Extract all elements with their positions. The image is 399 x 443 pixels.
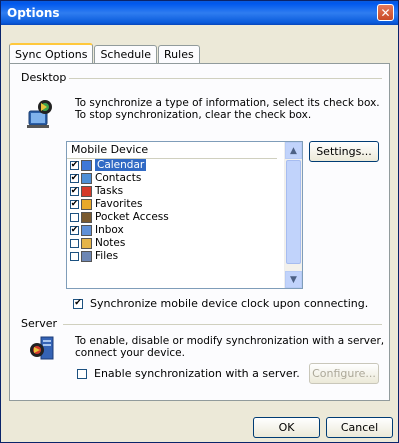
contacts-icon bbox=[81, 172, 92, 184]
list-item[interactable]: ✔ Inbox bbox=[67, 224, 285, 236]
scroll-down-button[interactable]: ▼ bbox=[285, 271, 302, 288]
inbox-icon bbox=[81, 224, 92, 236]
list-item-label: Notes bbox=[95, 237, 126, 249]
close-icon: ✕ bbox=[380, 5, 391, 20]
server-sync-icon bbox=[30, 336, 54, 360]
calendar-icon bbox=[81, 159, 92, 171]
list-item[interactable]: Notes bbox=[67, 237, 285, 249]
tab-sync-options[interactable]: Sync Options bbox=[9, 43, 94, 65]
tasks-icon bbox=[81, 185, 92, 197]
server-group-label: Server bbox=[21, 317, 58, 330]
enable-server-label: Enable synchronization with a server. bbox=[94, 367, 300, 380]
favorites-icon bbox=[81, 198, 92, 210]
options-dialog: Options ✕ Sync Options Schedule Rules De… bbox=[0, 0, 399, 443]
item-checkbox[interactable]: ✔ bbox=[70, 199, 79, 209]
title-bar[interactable]: Options bbox=[1, 1, 398, 25]
enable-server-checkbox-row[interactable]: Enable synchronization with a server. bbox=[77, 367, 300, 380]
list-item-label: Calendar bbox=[95, 159, 147, 171]
list-header-mobile-device[interactable]: Mobile Device bbox=[67, 142, 277, 159]
scroll-thumb[interactable] bbox=[286, 160, 301, 264]
server-info-line1: To enable, disable or modify synchroniza… bbox=[75, 335, 385, 347]
list-item-label: Tasks bbox=[95, 185, 124, 197]
settings-button[interactable]: Settings... bbox=[309, 141, 379, 162]
pocket-access-icon bbox=[81, 211, 92, 223]
list-item-label: Files bbox=[95, 250, 119, 262]
enable-server-checkbox[interactable] bbox=[77, 368, 87, 379]
desktop-info-line2: To stop synchronization, clear the check… bbox=[75, 109, 312, 121]
scroll-up-button[interactable]: ▲ bbox=[285, 142, 302, 159]
ok-button[interactable]: OK bbox=[253, 417, 320, 438]
list-item[interactable]: Pocket Access bbox=[67, 211, 285, 223]
clock-sync-label: Synchronize mobile device clock upon con… bbox=[90, 297, 369, 310]
list-item[interactable]: ✔ Tasks bbox=[67, 185, 285, 197]
clock-sync-checkbox[interactable]: ✔ bbox=[73, 298, 83, 309]
item-checkbox[interactable]: ✔ bbox=[70, 173, 79, 183]
list-item[interactable]: ✔ Contacts bbox=[67, 172, 285, 184]
configure-button[interactable]: Configure... bbox=[309, 363, 379, 384]
item-checkbox[interactable]: ✔ bbox=[70, 225, 79, 235]
chevron-down-icon: ▼ bbox=[290, 274, 297, 285]
server-group-divider bbox=[63, 324, 382, 325]
files-icon bbox=[81, 250, 92, 262]
chevron-up-icon: ▲ bbox=[290, 145, 297, 156]
item-checkbox[interactable] bbox=[70, 212, 79, 222]
cancel-button[interactable]: Cancel bbox=[326, 417, 393, 438]
server-info-line2: connect your device. bbox=[75, 347, 185, 359]
item-checkbox[interactable]: ✔ bbox=[70, 160, 79, 170]
item-checkbox[interactable] bbox=[70, 238, 79, 248]
desktop-group-divider bbox=[69, 78, 382, 79]
list-item[interactable]: Files bbox=[67, 250, 285, 262]
list-item-label: Inbox bbox=[95, 224, 124, 236]
notes-icon bbox=[81, 237, 92, 249]
item-checkbox[interactable] bbox=[70, 251, 79, 261]
tab-rules[interactable]: Rules bbox=[158, 45, 200, 64]
tab-schedule[interactable]: Schedule bbox=[94, 45, 158, 64]
list-item-label: Pocket Access bbox=[95, 211, 169, 223]
clock-sync-checkbox-row[interactable]: ✔ Synchronize mobile device clock upon c… bbox=[73, 297, 368, 310]
sync-items-listbox[interactable]: Mobile Device ✔ Calendar ✔ Contacts ✔ Tasks ✔ F… bbox=[66, 141, 303, 289]
sync-items-list: ✔ Calendar ✔ Contacts ✔ Tasks ✔ Favorites Pocket… bbox=[67, 159, 285, 263]
list-item[interactable]: ✔ Favorites bbox=[67, 198, 285, 210]
list-item-label: Favorites bbox=[95, 198, 143, 210]
close-button[interactable]: ✕ bbox=[377, 4, 394, 21]
desktop-sync-icon bbox=[27, 100, 52, 128]
tab-strip: Sync Options Schedule Rules bbox=[9, 43, 201, 65]
item-checkbox[interactable]: ✔ bbox=[70, 186, 79, 196]
window-title: Options bbox=[7, 6, 60, 20]
list-item-label: Contacts bbox=[95, 172, 142, 184]
desktop-group-label: Desktop bbox=[21, 71, 67, 84]
list-item[interactable]: ✔ Calendar bbox=[67, 159, 285, 171]
list-scrollbar[interactable]: ▲ ▼ bbox=[284, 142, 302, 288]
desktop-info-line1: To synchronize a type of information, se… bbox=[75, 97, 380, 109]
